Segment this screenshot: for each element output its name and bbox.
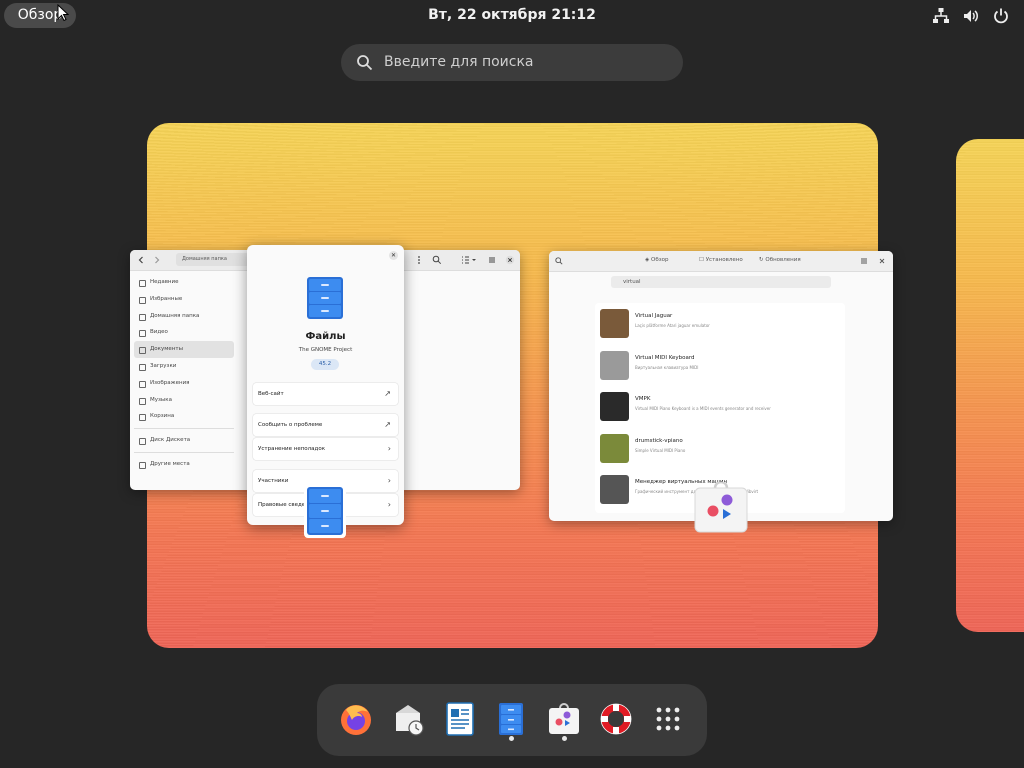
website-row[interactable]: Веб-сайт ↗ — [253, 383, 398, 405]
version-badge: 45.2 — [311, 359, 339, 370]
clock[interactable]: Вт, 22 октября 21:12 — [0, 7, 1024, 23]
tab-explore[interactable]: ◈ Обзор — [645, 257, 669, 263]
sidebar-item-floppy[interactable]: Диск Дискета — [134, 432, 234, 449]
sidebar-item-pictures[interactable]: Изображения — [134, 375, 234, 392]
plus-icon — [139, 461, 146, 469]
app-thumbnail — [600, 475, 629, 504]
search-input[interactable]: Введите для поиска — [341, 44, 683, 81]
chevron-right-icon: › — [387, 500, 391, 509]
path-bar: Домашняя папка — [176, 253, 254, 266]
list-item[interactable]: Virtual MIDI Keyboard Виртуальная клавиа… — [595, 345, 845, 387]
search-icon — [555, 257, 563, 265]
forward-icon — [155, 256, 160, 264]
system-tray[interactable] — [932, 7, 1010, 25]
app-thumbnail — [600, 350, 629, 380]
document-icon — [139, 347, 146, 355]
workspace-next[interactable] — [956, 139, 1024, 632]
hamburger-menu-icon — [861, 258, 867, 264]
external-link-icon: ↗ — [384, 420, 391, 429]
video-icon — [139, 330, 146, 338]
sidebar-separator — [134, 428, 234, 430]
home-icon — [139, 313, 146, 321]
firefox-icon[interactable] — [338, 701, 374, 737]
search-icon — [357, 55, 373, 71]
sidebar-item-music[interactable]: Музыка — [134, 392, 234, 409]
external-link-icon: ↗ — [384, 389, 391, 398]
network-icon[interactable] — [932, 7, 950, 25]
close-icon[interactable]: ✕ — [389, 251, 398, 260]
writer-icon[interactable] — [442, 701, 478, 737]
back-icon — [138, 256, 143, 264]
software-icon[interactable] — [546, 701, 582, 737]
hamburger-menu-icon — [489, 257, 495, 263]
list-item[interactable]: drumstick-vpiano Simple Virtual MIDI Pia… — [595, 428, 845, 470]
troubleshooting-row[interactable]: Устранение неполадок › — [253, 438, 398, 460]
software-window-thumbnail[interactable]: ◈ Обзор ☐ Установлено ↻ Обновления virtu… — [549, 251, 893, 521]
sidebar-item-videos[interactable]: Видео — [134, 324, 234, 341]
list-item[interactable]: VMPK Virtual MIDI Piano Keyboard is a MI… — [595, 386, 845, 428]
power-icon[interactable] — [992, 7, 1010, 25]
download-icon — [139, 363, 146, 371]
sort-icon — [462, 256, 476, 264]
top-bar: Обзор Вт, 22 октября 21:12 — [0, 0, 1024, 32]
app-author: The GNOME Project — [298, 347, 353, 353]
sidebar-item-documents[interactable]: Документы — [134, 341, 234, 358]
help-icon[interactable] — [598, 701, 634, 737]
tab-updates[interactable]: ↻ Обновления — [759, 257, 801, 263]
files-icon — [304, 484, 346, 538]
star-icon — [139, 296, 146, 304]
app-thumbnail — [600, 309, 629, 338]
close-icon — [879, 258, 885, 264]
sidebar-item-downloads[interactable]: Загрузки — [134, 358, 234, 375]
sidebar-item-trash[interactable]: Корзина — [134, 408, 234, 425]
volume-icon[interactable] — [962, 7, 980, 25]
dash-dock — [317, 684, 707, 756]
sidebar-item-home[interactable]: Домашняя папка — [134, 308, 234, 325]
mail-clock-icon[interactable] — [390, 701, 426, 737]
app-thumbnail — [600, 392, 629, 421]
sidebar-separator — [134, 451, 234, 453]
search-icon — [432, 255, 442, 265]
music-icon — [139, 397, 146, 405]
files-sidebar: Недавние Избранные Домашняя папка Видео … — [134, 274, 234, 473]
clock-icon — [139, 280, 146, 287]
chevron-right-icon: › — [387, 444, 391, 453]
running-indicator — [509, 736, 514, 741]
running-indicator — [562, 736, 567, 741]
software-icon — [694, 482, 748, 533]
app-grid-icon[interactable] — [650, 701, 686, 737]
list-item[interactable]: Virtual Jaguar Laçis plätforme Atari jag… — [595, 303, 845, 345]
image-icon — [139, 380, 146, 388]
software-headerbar: ◈ Обзор ☐ Установлено ↻ Обновления — [549, 251, 893, 272]
sidebar-item-other-locations[interactable]: Другие места — [134, 456, 234, 473]
close-icon — [505, 255, 515, 265]
kebab-menu-icon — [418, 256, 420, 264]
app-name: Файлы — [305, 331, 346, 342]
trash-icon — [139, 414, 146, 422]
search-placeholder: Введите для поиска — [384, 54, 534, 70]
files-icon — [307, 277, 343, 319]
sidebar-item-starred[interactable]: Избранные — [134, 291, 234, 308]
tab-installed[interactable]: ☐ Установлено — [699, 257, 743, 263]
app-thumbnail — [600, 433, 629, 463]
chevron-right-icon: › — [387, 476, 391, 485]
software-search-input[interactable]: virtual — [611, 276, 831, 288]
files-icon[interactable] — [493, 701, 529, 737]
report-issue-row[interactable]: Сообщить о проблеме ↗ — [253, 414, 398, 436]
sidebar-item-recent[interactable]: Недавние — [134, 274, 234, 291]
drive-icon — [139, 438, 146, 446]
mouse-cursor-icon — [57, 4, 69, 22]
